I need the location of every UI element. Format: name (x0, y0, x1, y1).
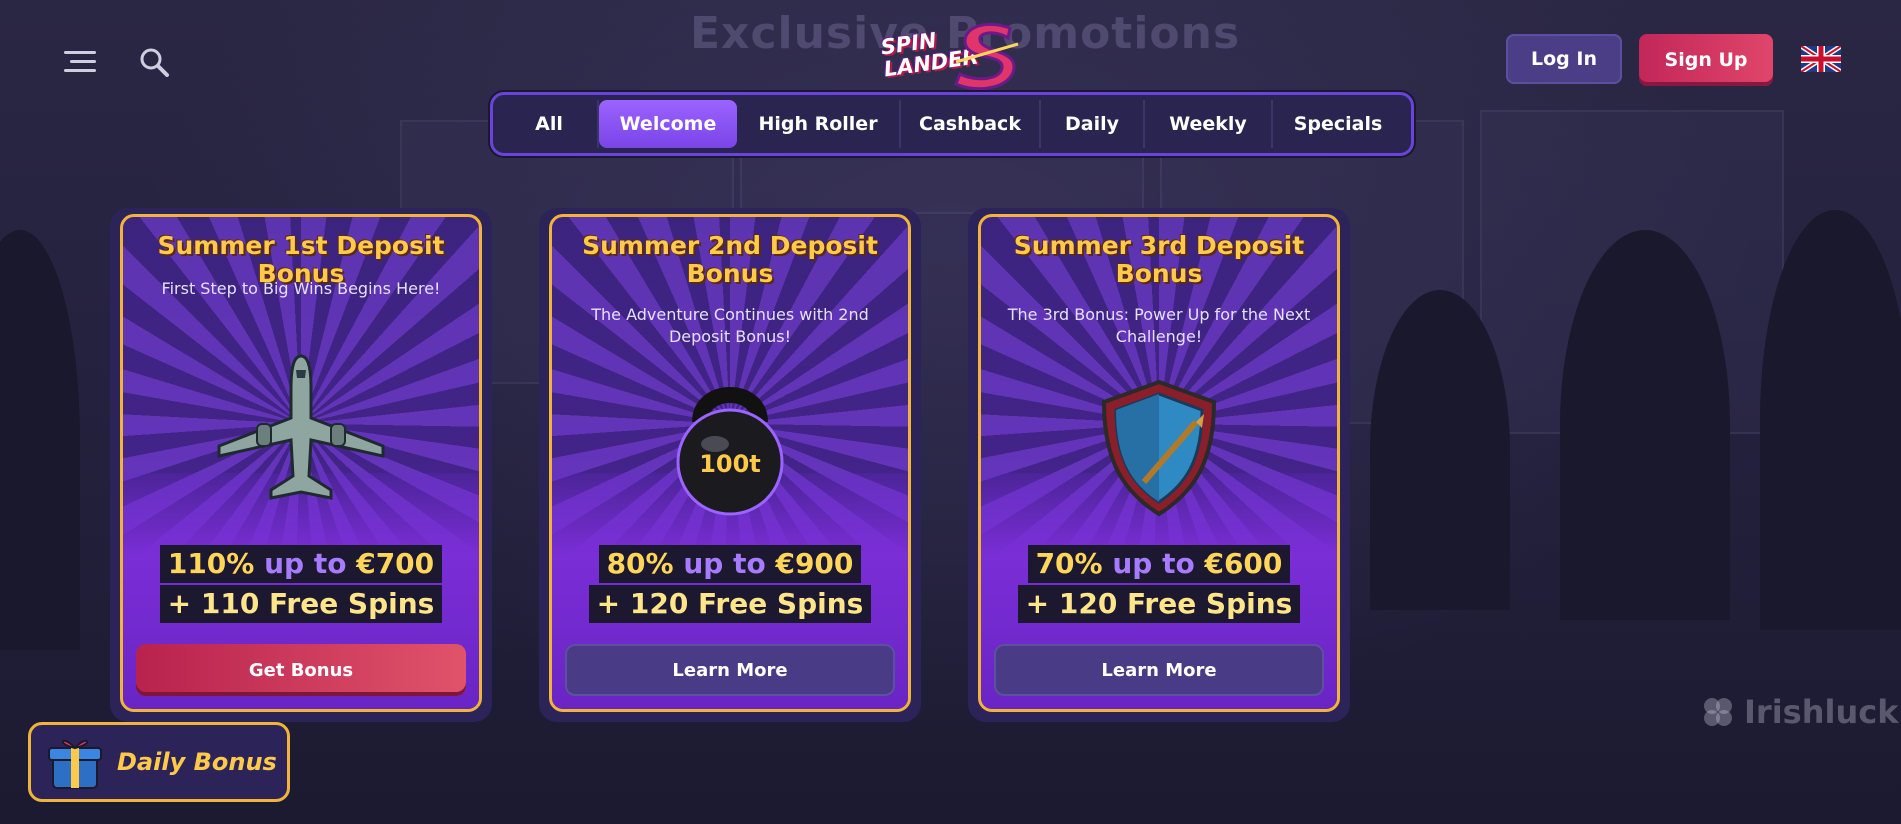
kettlebell-icon: 100t (539, 372, 921, 542)
clover-icon (1704, 698, 1732, 726)
card-subtitle: First Step to Big Wins Begins Here! (161, 279, 441, 298)
daily-bonus-button[interactable]: Daily Bonus (28, 722, 290, 802)
promo-card-1: Summer 1st Deposit Bonus First Step to B… (110, 208, 492, 722)
card-offer: 110% up to €700 + 110 Free Spins (110, 544, 492, 624)
card-subtitle: The Adventure Continues with 2nd Deposit… (591, 305, 869, 346)
promo-tabs: All Welcome High Roller Cashback Daily W… (490, 92, 1414, 156)
card-offer: 70% up to €600 + 120 Free Spins (968, 544, 1350, 624)
learn-more-button[interactable]: Learn More (994, 644, 1324, 696)
search-icon[interactable] (136, 44, 172, 80)
card-title: Summer 2nd Deposit Bonus (582, 231, 878, 288)
gift-box-icon (48, 739, 102, 789)
tab-high-roller[interactable]: High Roller (737, 100, 901, 148)
get-bonus-button[interactable]: Get Bonus (136, 644, 466, 696)
brand-logo[interactable]: SPIN LANDER (872, 20, 1032, 100)
tab-welcome[interactable]: Welcome (599, 100, 737, 148)
tab-daily[interactable]: Daily (1041, 100, 1145, 148)
tab-weekly[interactable]: Weekly (1145, 100, 1273, 148)
promo-card-3: Summer 3rd Deposit Bonus The 3rd Bonus: … (968, 208, 1350, 722)
airplane-icon (110, 348, 492, 518)
card-title: Summer 3rd Deposit Bonus (1013, 231, 1305, 288)
card-offer: 80% up to €900 + 120 Free Spins (539, 544, 921, 624)
daily-bonus-label: Daily Bonus (117, 748, 277, 776)
uk-flag-icon[interactable] (1801, 46, 1841, 72)
logo-s-icon (954, 22, 1019, 91)
login-button[interactable]: Log In (1506, 34, 1622, 84)
hamburger-icon[interactable] (60, 44, 100, 78)
learn-more-button[interactable]: Learn More (565, 644, 895, 696)
shield-icon (968, 372, 1350, 542)
tab-all[interactable]: All (501, 100, 599, 148)
signup-button[interactable]: Sign Up (1639, 34, 1773, 86)
promo-card-2: Summer 2nd Deposit Bonus The Adventure C… (539, 208, 921, 722)
card-subtitle: The 3rd Bonus: Power Up for the Next Cha… (1007, 305, 1311, 346)
watermark: Irishluck (1698, 692, 1898, 732)
tab-specials[interactable]: Specials (1273, 100, 1403, 148)
svg-text:100t: 100t (699, 450, 761, 478)
tab-cashback[interactable]: Cashback (901, 100, 1041, 148)
